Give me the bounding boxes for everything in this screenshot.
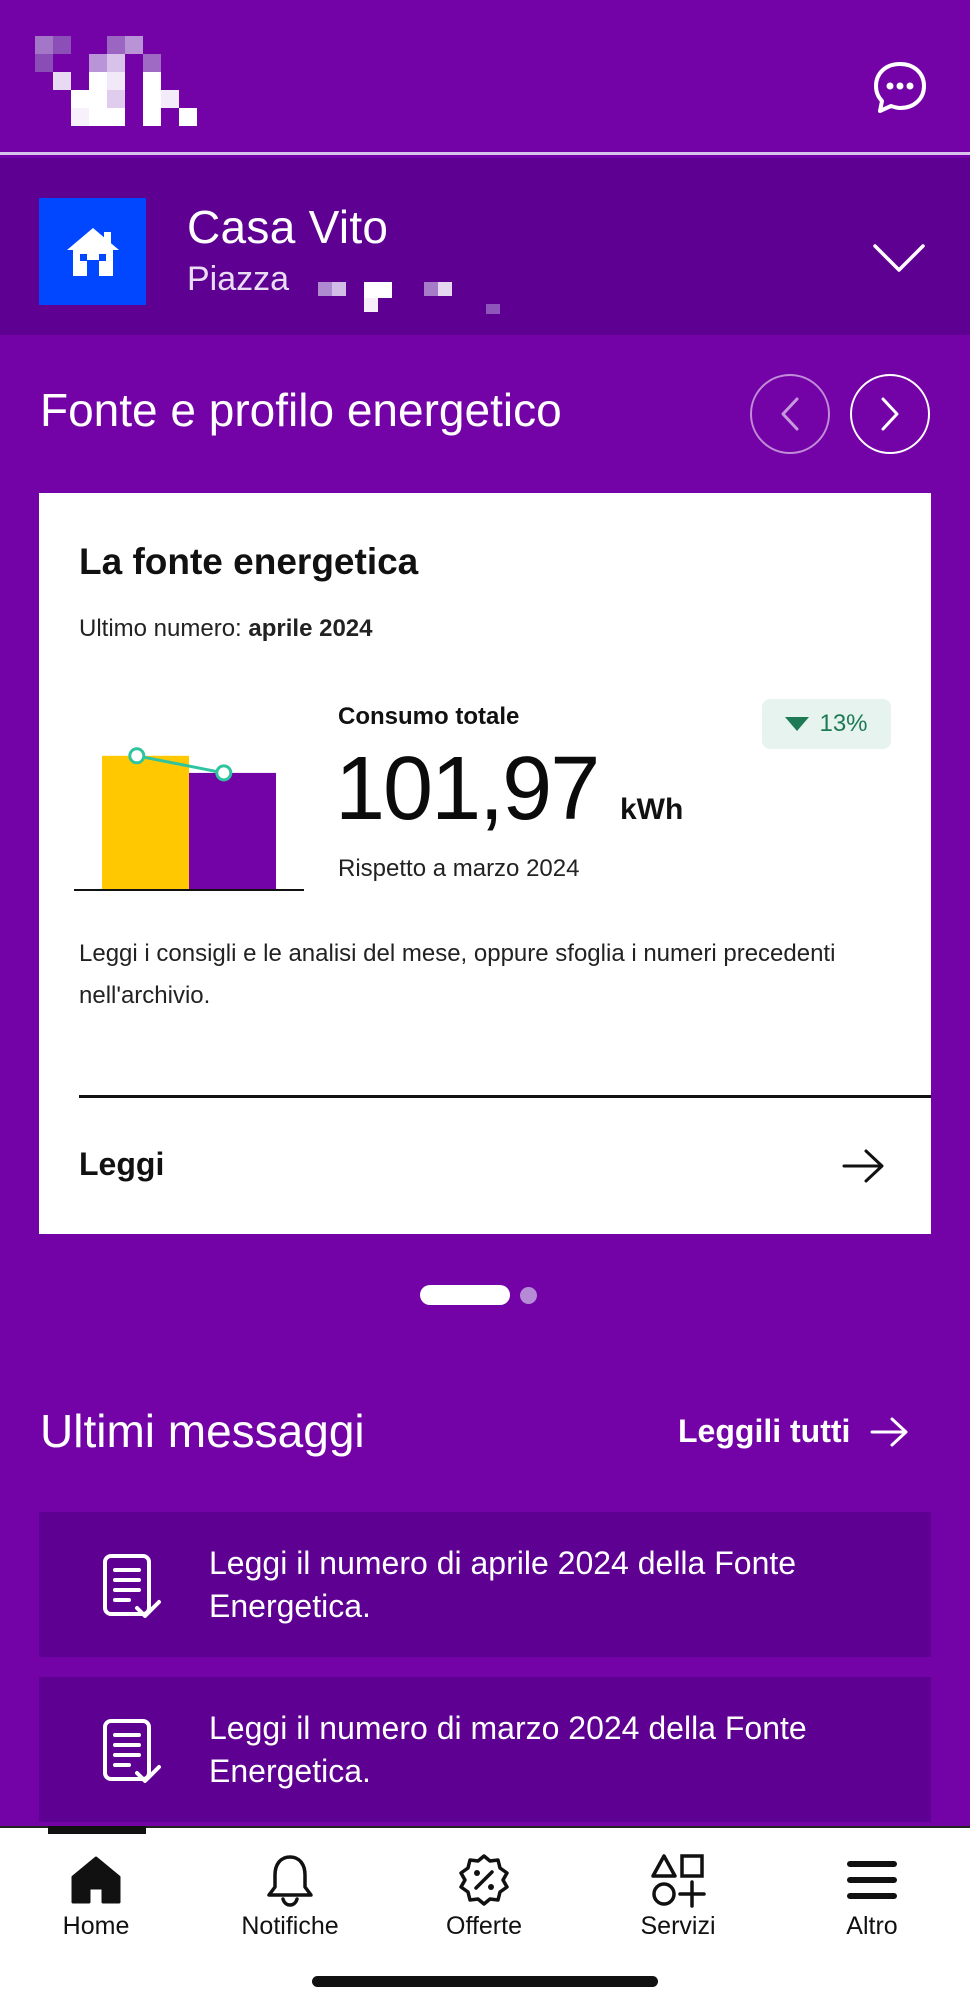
consumption-value: 101,97 — [335, 739, 600, 839]
chart-point — [215, 764, 233, 782]
chevron-down-icon[interactable] — [872, 242, 926, 274]
top-bar — [0, 0, 970, 155]
nav-offers[interactable]: Offerte — [414, 1850, 554, 1941]
consumption-unit: kWh — [620, 793, 684, 826]
bell-icon — [267, 1855, 313, 1907]
message-item[interactable]: Leggi il numero di marzo 2024 della Font… — [39, 1677, 931, 1822]
chat-bubble-icon — [874, 62, 926, 113]
card-issue: Ultimo numero: aprile 2024 — [79, 615, 372, 643]
home-icon — [71, 1856, 121, 1904]
consumption-label: Consumo totale — [338, 703, 520, 730]
document-check-icon — [103, 1719, 161, 1783]
home-name: Casa Vito — [187, 201, 389, 253]
issue-value: aprile 2024 — [248, 615, 373, 642]
menu-icon — [847, 1861, 897, 1899]
chat-button[interactable] — [872, 60, 928, 116]
shapes-icon — [651, 1854, 706, 1908]
chart-baseline — [74, 889, 304, 891]
document-check-icon — [103, 1554, 161, 1618]
nav-services[interactable]: Servizi — [608, 1850, 748, 1941]
carousel-next-button[interactable] — [850, 374, 930, 454]
carousel-dot-active[interactable] — [420, 1285, 510, 1305]
message-text: Leggi il numero di aprile 2024 della Fon… — [209, 1545, 797, 1624]
arrow-right-icon — [870, 1417, 908, 1446]
consumption-chart — [74, 711, 304, 891]
nav-services-label: Servizi — [640, 1912, 716, 1940]
nav-offers-label: Offerte — [446, 1912, 522, 1940]
house-icon — [66, 227, 119, 276]
message-text: Leggi il numero di marzo 2024 della Font… — [209, 1710, 807, 1789]
card-description: Leggi i consigli e le analisi del mese, … — [79, 940, 836, 1009]
chart-point — [128, 747, 146, 765]
see-all-messages-link[interactable]: Leggili tutti — [678, 1413, 910, 1450]
home-selector[interactable]: Casa Vito Piazza — [0, 158, 970, 335]
carousel-dot[interactable] — [520, 1287, 537, 1304]
card-title: La fonte energetica — [79, 541, 419, 582]
active-tab-indicator — [48, 1826, 146, 1834]
issue-label: Ultimo numero: — [79, 615, 242, 642]
system-home-indicator — [312, 1976, 658, 1987]
chart-bar — [102, 755, 189, 889]
nav-more-label: Altro — [846, 1912, 898, 1940]
message-item[interactable]: Leggi il numero di aprile 2024 della Fon… — [39, 1512, 931, 1657]
see-all-label: Leggili tutti — [678, 1413, 851, 1449]
triangle-down-icon — [785, 717, 810, 731]
read-button-label: Leggi — [79, 1146, 165, 1182]
section-title: Fonte e profilo energetico — [40, 384, 562, 436]
bottom-navigation: Home Notifiche Offerte Servizi Altro — [0, 1826, 970, 2000]
chevron-right-icon — [881, 397, 899, 431]
nav-more[interactable]: Altro — [802, 1850, 942, 1941]
house-icon-tile — [39, 198, 146, 305]
consumption-chart-svg — [102, 747, 276, 889]
read-button[interactable]: Leggi — [39, 1098, 931, 1234]
change-badge-value: 13% — [819, 710, 868, 737]
comparison-text: Rispetto a marzo 2024 — [338, 855, 580, 882]
chart-bar — [189, 772, 276, 889]
energy-source-card: La fonte energetica Ultimo numero: april… — [39, 493, 931, 1234]
address-redacted — [318, 274, 508, 318]
arrow-right-icon — [842, 1149, 884, 1183]
nav-notifications-label: Notifiche — [241, 1912, 339, 1940]
nav-home[interactable]: Home — [26, 1850, 166, 1941]
nav-notifications[interactable]: Notifiche — [220, 1850, 360, 1941]
nav-home-label: Home — [62, 1912, 130, 1940]
messages-title: Ultimi messaggi — [40, 1405, 365, 1457]
home-address: Piazza — [187, 260, 290, 298]
app-logo — [35, 36, 205, 131]
change-badge: 13% — [762, 699, 891, 749]
chevron-left-icon — [781, 397, 799, 431]
discount-badge-icon — [459, 1854, 509, 1906]
carousel-prev-button[interactable] — [750, 374, 830, 454]
